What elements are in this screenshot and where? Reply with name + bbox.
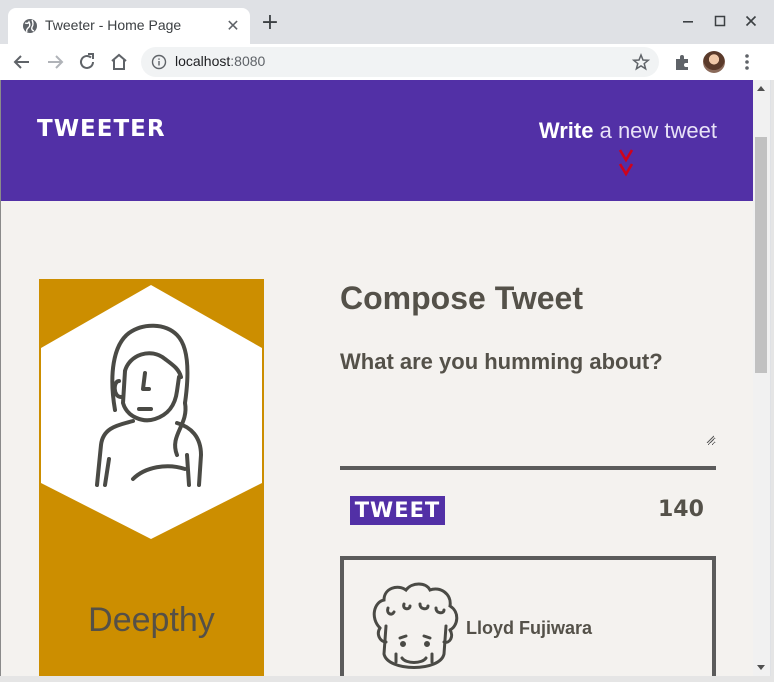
- globe-icon: [23, 19, 37, 33]
- tweet-author-name: Lloyd Fujiwara: [466, 618, 593, 638]
- maximize-icon[interactable]: [710, 11, 730, 31]
- bookmark-star-icon[interactable]: [631, 52, 651, 72]
- compose-title: Compose Tweet: [340, 280, 583, 316]
- compose-divider: [340, 466, 716, 470]
- info-icon[interactable]: [151, 54, 167, 70]
- url-text: localhost:8080: [175, 53, 265, 69]
- brand-logo[interactable]: TWEETER: [37, 116, 166, 142]
- scroll-thumb[interactable]: [755, 137, 767, 373]
- new-tab-icon[interactable]: +: [260, 12, 280, 34]
- profile-name: Deepthy: [88, 601, 215, 639]
- close-window-icon[interactable]: [741, 11, 761, 31]
- double-chevron-down-icon[interactable]: [618, 148, 634, 180]
- compose-prompt-label: What are you humming about?: [340, 349, 663, 374]
- url-host: localhost: [175, 53, 231, 69]
- site-header: TWEETER Write a new tweet: [1, 80, 753, 201]
- resize-grip-icon[interactable]: [706, 435, 714, 443]
- browser-tab[interactable]: Tweeter - Home Page ✕: [8, 8, 250, 44]
- address-bar[interactable]: localhost:8080: [141, 47, 659, 77]
- url-port: :8080: [230, 53, 266, 69]
- scroll-down-arrow-icon[interactable]: [757, 665, 765, 670]
- minimize-icon[interactable]: [678, 11, 698, 31]
- profile-card: Deepthy: [39, 279, 264, 676]
- window-border-left: [0, 80, 1, 682]
- profile-avatar-hexagon: [41, 285, 262, 539]
- character-counter: 140: [658, 497, 704, 522]
- browser-toolbar: localhost:8080: [0, 44, 774, 80]
- close-tab-icon[interactable]: ✕: [224, 17, 242, 35]
- kebab-menu-icon[interactable]: [737, 52, 757, 72]
- write-link-bold: Write: [538, 118, 594, 143]
- tab-title: Tweeter - Home Page: [45, 17, 182, 33]
- write-new-tweet-link[interactable]: Write a new tweet: [539, 118, 717, 144]
- forward-arrow-icon[interactable]: [43, 50, 67, 74]
- window-border-bottom: [0, 676, 774, 682]
- page-viewport: TWEETER Write a new tweet Deepthy Compos…: [1, 80, 753, 676]
- tweet-card: Lloyd Fujiwara: [340, 556, 716, 676]
- profile-avatar[interactable]: [703, 51, 725, 73]
- back-arrow-icon[interactable]: [10, 50, 34, 74]
- write-link-rest: a new tweet: [599, 118, 717, 143]
- page-scrollbar[interactable]: [753, 80, 770, 676]
- tweet-submit-button[interactable]: TWEET: [350, 496, 445, 525]
- extensions-puzzle-icon[interactable]: [672, 52, 692, 72]
- home-icon[interactable]: [107, 50, 131, 74]
- tweet-textarea[interactable]: [340, 380, 716, 446]
- browser-tab-strip: Tweeter - Home Page ✕ +: [0, 0, 774, 44]
- reload-icon[interactable]: [75, 50, 99, 74]
- scroll-up-arrow-icon[interactable]: [757, 86, 765, 91]
- tweet-author-avatar: [372, 582, 459, 669]
